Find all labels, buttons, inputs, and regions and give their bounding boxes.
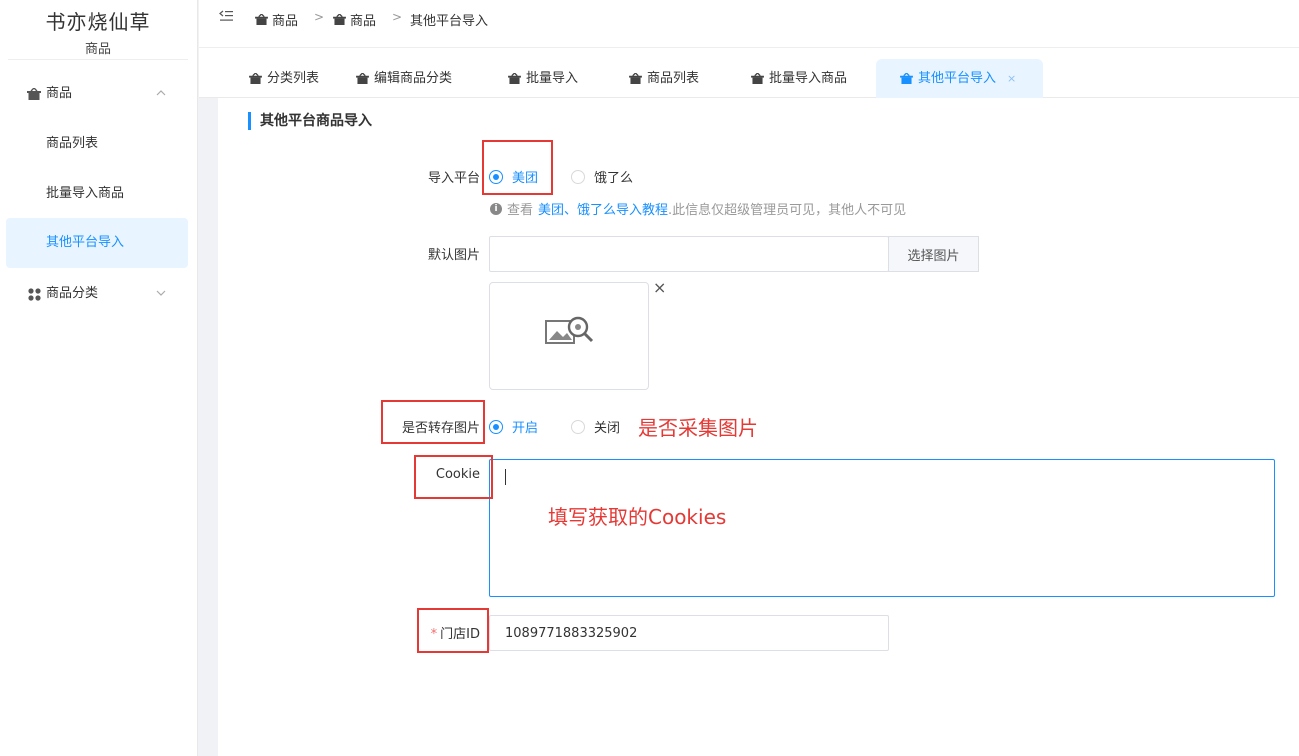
image-preview[interactable]	[489, 282, 649, 390]
tab-category-list[interactable]: 分类列表	[241, 59, 327, 98]
radio-dot	[571, 419, 585, 434]
basket-icon	[356, 73, 369, 84]
menu-fold-icon[interactable]	[219, 10, 233, 26]
tab-other-platform-import[interactable]: 其他平台导入 ×	[876, 59, 1043, 98]
breadcrumb-separator: >	[392, 10, 403, 24]
annotation-box-cookie	[414, 455, 493, 499]
top-header: 商品 > 商品 > 其他平台导入	[199, 0, 1299, 48]
platform-hint: i 查看 美团、饿了么导入教程 .此信息仅超级管理员可见，其他人不可见	[490, 199, 906, 218]
sidebar-item-label: 商品分类	[46, 286, 99, 301]
grid-icon	[26, 269, 42, 319]
radio-eleme[interactable]: 饿了么	[571, 167, 633, 186]
choose-image-button[interactable]: 选择图片	[888, 236, 979, 272]
default-image-input[interactable]	[489, 236, 889, 272]
chevron-down-icon	[156, 269, 166, 319]
image-search-icon	[545, 316, 594, 344]
breadcrumb-current: 其他平台导入	[410, 14, 489, 29]
basket-icon	[249, 73, 262, 84]
close-icon[interactable]: ×	[1007, 59, 1016, 98]
breadcrumb-separator: >	[314, 10, 325, 24]
image-placeholder	[495, 288, 645, 374]
basket-icon	[751, 73, 764, 84]
tab-bar: 分类列表 编辑商品分类 批量导入 商品列表 批量导入商品 其他平台导入 ×	[199, 48, 1299, 98]
brand-subtitle: 商品	[8, 38, 188, 60]
basket-icon	[629, 73, 642, 84]
basket-icon	[26, 69, 42, 119]
sidebar: 书亦烧仙草 商品 商品 商品列表 批量导入商品 其他平台导入 商品分类	[0, 0, 198, 756]
info-icon: i	[490, 202, 502, 215]
tab-batch-import[interactable]: 批量导入	[500, 59, 586, 98]
radio-dot	[489, 419, 503, 434]
default-image-label: 默认图片	[427, 248, 480, 263]
store-id-input[interactable]: 1089771883325902	[489, 615, 889, 651]
annotation-cookie-note: 填写获取的Cookies	[548, 505, 727, 529]
sidebar-item-goods-list[interactable]: 商品列表	[6, 119, 188, 169]
tab-goods-list[interactable]: 商品列表	[621, 59, 707, 98]
section-title: 其他平台商品导入	[248, 112, 372, 130]
sidebar-item-other-platform-import[interactable]: 其他平台导入	[6, 218, 188, 268]
radio-dot	[571, 169, 585, 184]
tutorial-link[interactable]: 美团、饿了么导入教程	[538, 199, 668, 218]
sidebar-item-goods-category[interactable]: 商品分类	[0, 269, 196, 319]
basket-icon	[255, 14, 268, 25]
breadcrumb-item[interactable]: 商品	[333, 10, 376, 29]
brand-title: 书亦烧仙草	[45, 10, 151, 34]
basket-icon	[333, 14, 346, 25]
sidebar-item-goods[interactable]: 商品	[0, 69, 196, 119]
basket-icon	[508, 73, 521, 84]
annotation-box-store-id	[417, 608, 489, 653]
text-cursor	[505, 469, 506, 485]
chevron-up-icon	[156, 69, 166, 119]
sidebar-item-batch-import[interactable]: 批量导入商品	[6, 169, 188, 219]
sidebar-item-label: 商品	[46, 86, 73, 101]
remove-image-icon[interactable]: ×	[653, 278, 666, 297]
radio-enable[interactable]: 开启	[489, 417, 538, 436]
platform-label: 导入平台	[427, 171, 480, 186]
annotation-box-save-image	[381, 400, 485, 444]
tab-edit-category[interactable]: 编辑商品分类	[348, 59, 460, 98]
annotation-save-image-note: 是否采集图片	[638, 416, 758, 440]
tab-batch-import-goods[interactable]: 批量导入商品	[743, 59, 855, 98]
breadcrumb-item[interactable]: 商品	[255, 10, 298, 29]
radio-disable[interactable]: 关闭	[571, 417, 620, 436]
basket-icon	[900, 73, 913, 84]
annotation-box-platform	[482, 140, 553, 195]
